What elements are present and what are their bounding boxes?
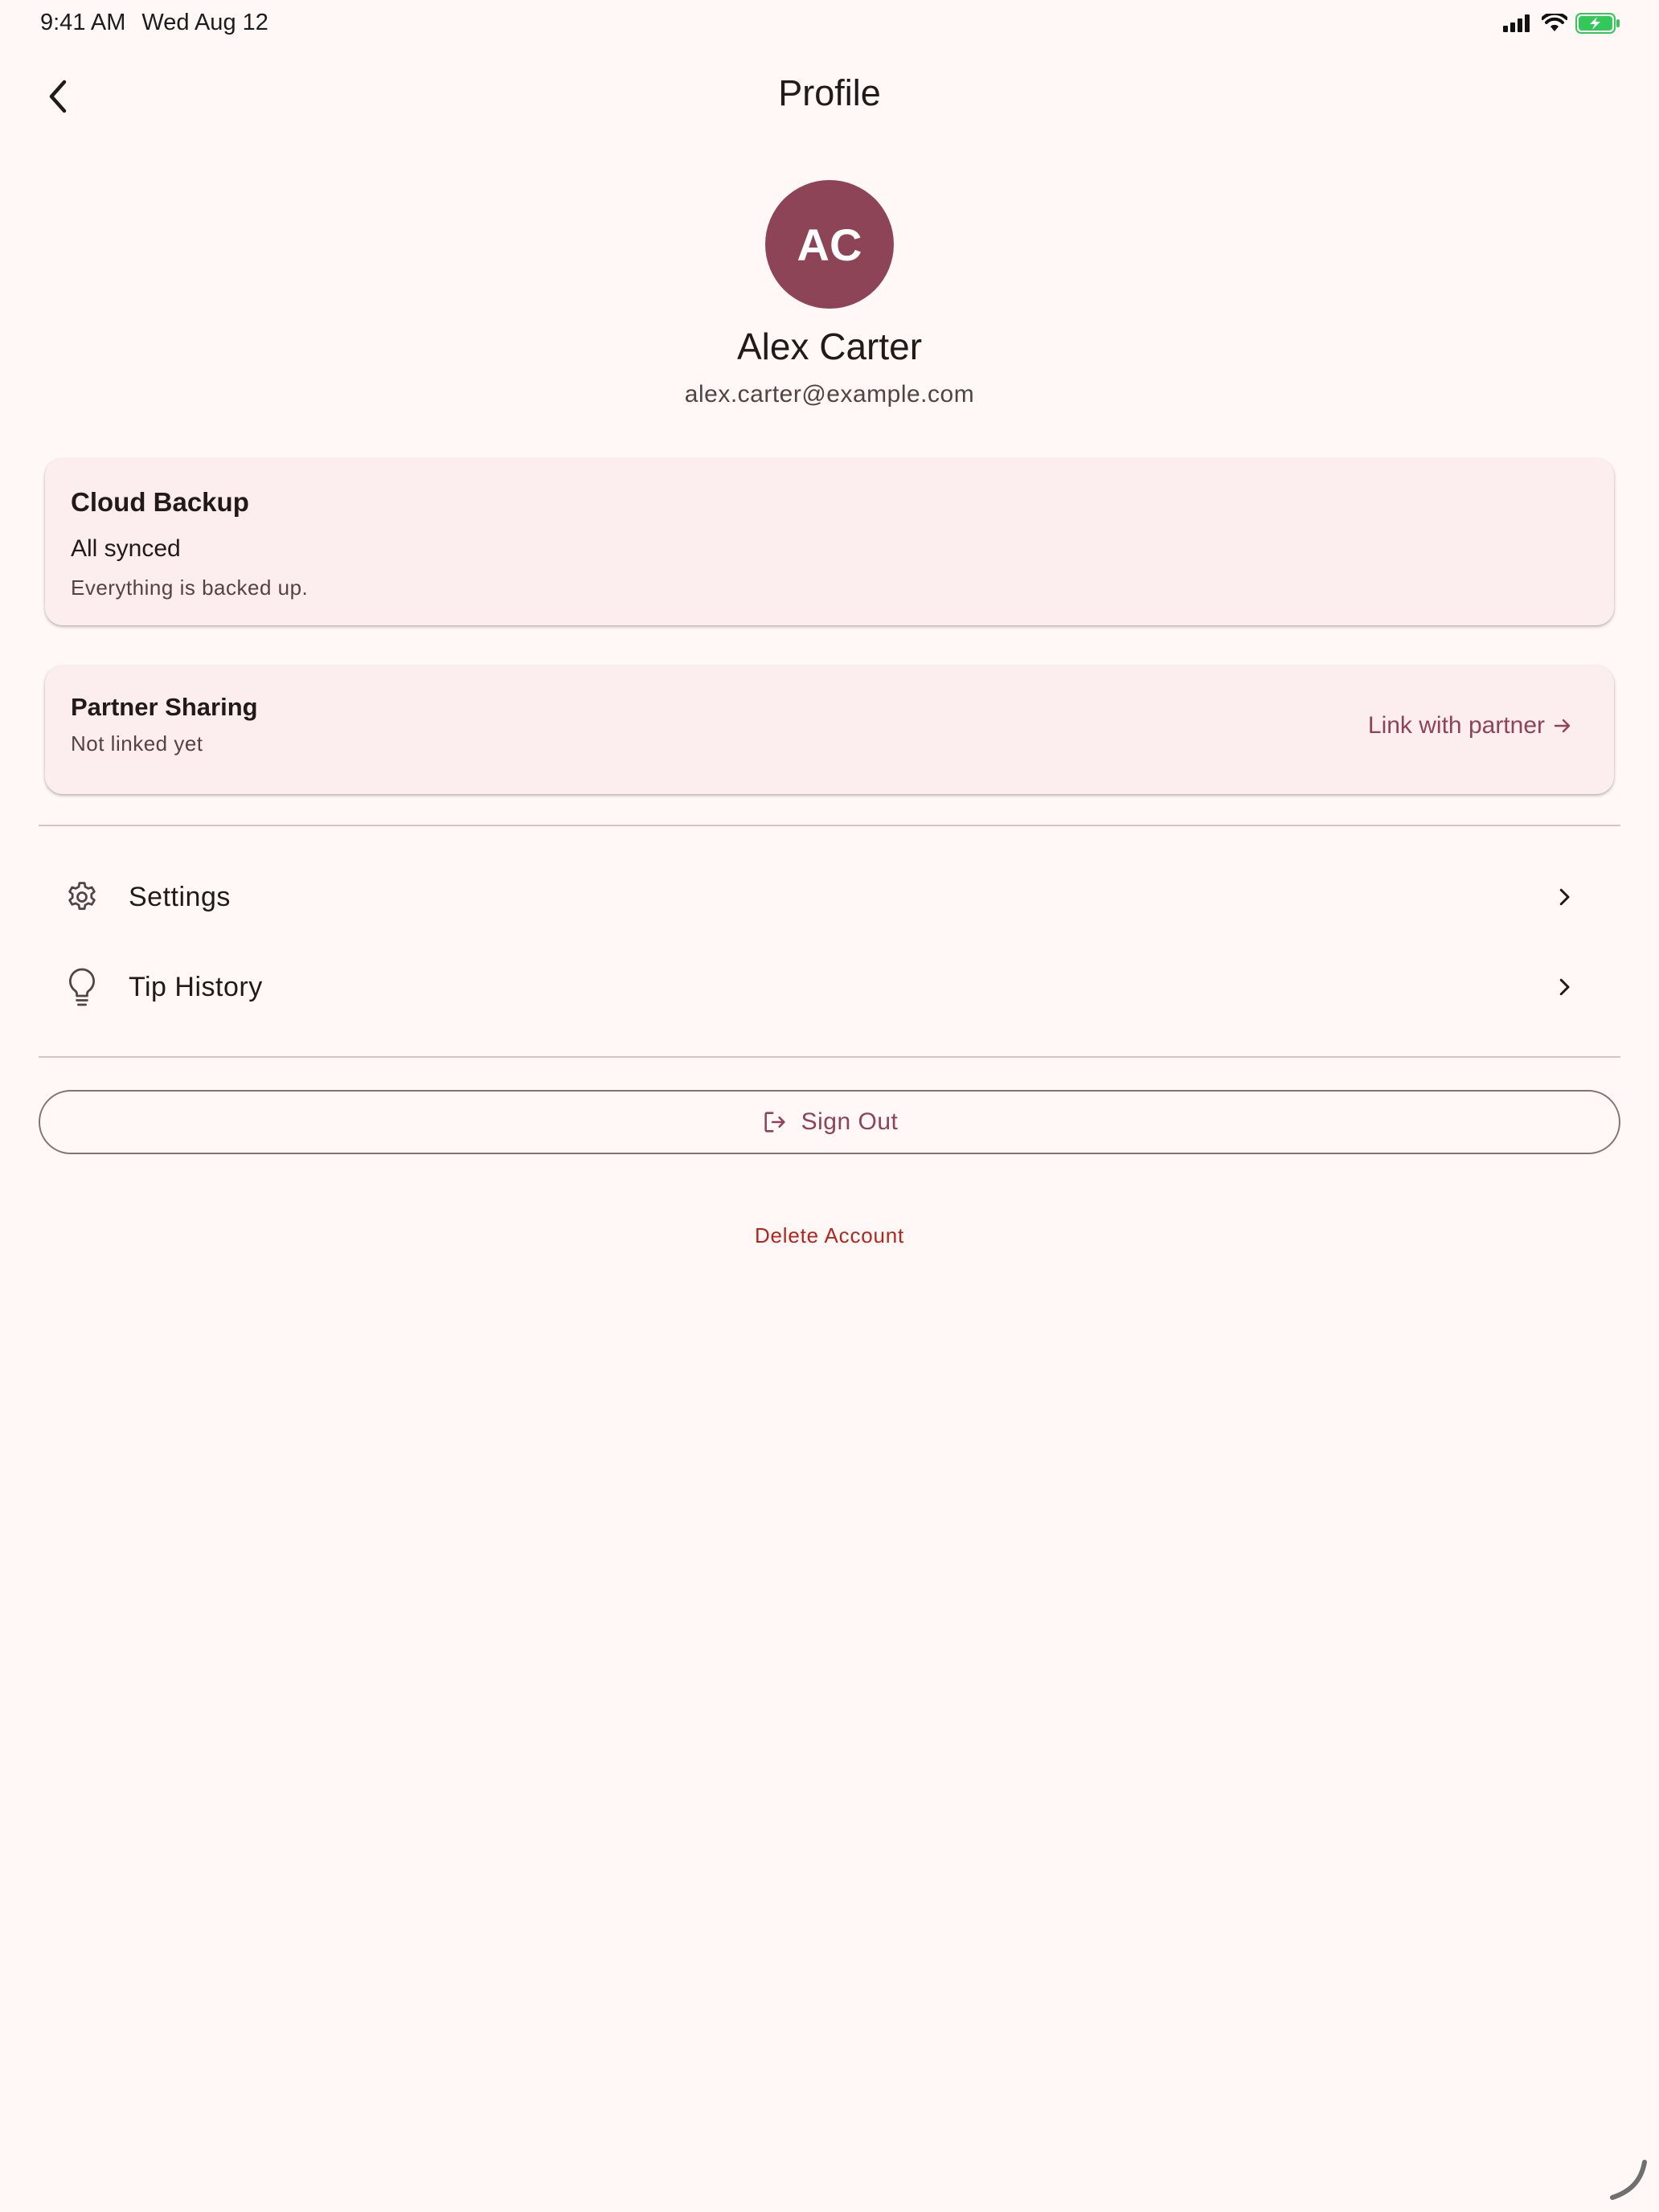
cloud-backup-card: Cloud Backup All synced Everything is ba… bbox=[45, 458, 1614, 625]
status-time: 9:41 AM bbox=[40, 10, 126, 35]
avatar-initials: AC bbox=[797, 219, 862, 270]
gear-icon bbox=[53, 868, 111, 926]
chevron-right-icon bbox=[1540, 873, 1588, 921]
sign-out-label: Sign Out bbox=[801, 1108, 899, 1135]
link-with-partner-button[interactable]: Link with partner bbox=[1368, 712, 1572, 739]
settings-menu-item[interactable]: Settings bbox=[45, 857, 1588, 937]
delete-account-button[interactable]: Delete Account bbox=[0, 1223, 1659, 1248]
logout-icon bbox=[764, 1112, 785, 1133]
avatar: AC bbox=[765, 180, 894, 309]
sign-out-button[interactable]: Sign Out bbox=[39, 1090, 1620, 1154]
partner-sharing-card: Partner Sharing Not linked yet Link with… bbox=[45, 666, 1614, 794]
corner-handle-icon bbox=[1610, 2160, 1647, 2200]
user-name: Alex Carter bbox=[736, 326, 923, 367]
tip-history-menu-item[interactable]: Tip History bbox=[45, 947, 1588, 1027]
cellular-signal-icon bbox=[1503, 14, 1530, 32]
user-email: alex.carter@example.com bbox=[684, 381, 975, 408]
lightbulb-icon bbox=[53, 958, 111, 1016]
tip-history-label: Tip History bbox=[129, 971, 263, 1002]
cloud-backup-status: All synced bbox=[71, 535, 181, 562]
link-with-partner-label: Link with partner bbox=[1367, 712, 1545, 739]
settings-label: Settings bbox=[129, 881, 231, 912]
page-title: Profile bbox=[778, 72, 881, 113]
cloud-backup-subtitle: Everything is backed up. bbox=[71, 576, 309, 600]
arrow-right-icon bbox=[1554, 719, 1571, 733]
divider bbox=[39, 825, 1620, 826]
status-bar-icons bbox=[1503, 13, 1620, 34]
cloud-backup-title: Cloud Backup bbox=[71, 487, 249, 517]
battery-charging-icon bbox=[1575, 13, 1620, 34]
partner-sharing-status: Not linked yet bbox=[71, 731, 203, 756]
chevron-right-icon bbox=[1540, 963, 1588, 1011]
status-bar-time: 9:41 AM Wed Aug 12 bbox=[40, 10, 268, 36]
wifi-icon bbox=[1542, 14, 1567, 31]
partner-sharing-title: Partner Sharing bbox=[71, 693, 258, 721]
status-date: Wed Aug 12 bbox=[141, 10, 268, 35]
divider bbox=[39, 1056, 1620, 1058]
